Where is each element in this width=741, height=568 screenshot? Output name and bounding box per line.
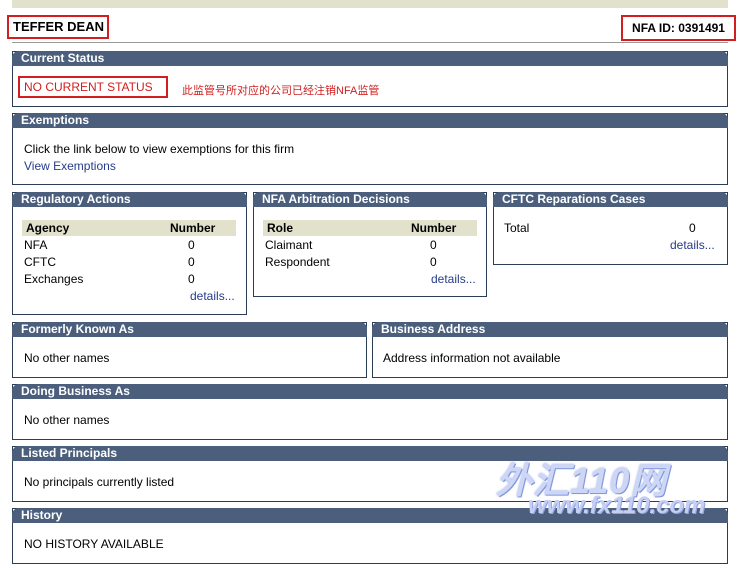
status-annotation: 此监管号所对应的公司已经注销NFA监管 — [182, 85, 380, 97]
table-row-label: NFA — [24, 238, 48, 252]
reparations-total-label: Total — [504, 221, 530, 235]
history-title: History — [12, 508, 728, 523]
exemptions-panel: Exemptions Click the link below to view … — [12, 113, 728, 185]
principals-title: Listed Principals — [12, 446, 728, 461]
number-column-header: Number — [411, 221, 457, 235]
doing-business-text: No other names — [24, 413, 110, 427]
business-address-panel: Business Address Address information not… — [372, 322, 728, 378]
arbitration-title: NFA Arbitration Decisions — [253, 192, 487, 207]
reparations-details-link[interactable]: details... — [670, 238, 715, 252]
exemptions-text: Click the link below to view exemptions … — [24, 142, 295, 156]
history-panel: History NO HISTORY AVAILABLE — [12, 508, 728, 564]
regulatory-actions-title: Regulatory Actions — [12, 192, 247, 207]
firm-name: TEFFER DEAN — [7, 15, 109, 39]
top-band — [12, 0, 728, 8]
regulatory-details-link[interactable]: details... — [190, 289, 235, 303]
view-exemptions-link[interactable]: View Exemptions — [24, 159, 116, 173]
arbitration-details-link[interactable]: details... — [431, 272, 476, 286]
status-value: NO CURRENT STATUS — [18, 76, 168, 98]
formerly-known-panel: Formerly Known As No other names — [12, 322, 367, 378]
table-row-label: Claimant — [265, 238, 313, 252]
exemptions-title: Exemptions — [12, 113, 728, 128]
arbitration-table-header: Role Number — [263, 220, 477, 236]
history-text: NO HISTORY AVAILABLE — [24, 537, 164, 551]
table-row-value: 0 — [430, 238, 437, 252]
arbitration-panel: NFA Arbitration Decisions Role Number Cl… — [253, 192, 487, 297]
header-divider — [12, 42, 728, 43]
number-column-header: Number — [170, 221, 216, 235]
doing-business-title: Doing Business As — [12, 384, 728, 399]
business-address-text: Address information not available — [383, 351, 561, 365]
regulatory-actions-panel: Regulatory Actions Agency Number NFA 0 C… — [12, 192, 247, 315]
table-row-value: 0 — [188, 255, 195, 269]
table-row-value: 0 — [188, 238, 195, 252]
reparations-title: CFTC Reparations Cases — [493, 192, 728, 207]
nfa-id: NFA ID: 0391491 — [621, 15, 736, 41]
current-status-title: Current Status — [12, 51, 728, 66]
formerly-known-text: No other names — [24, 351, 110, 365]
table-row-label: Exchanges — [24, 272, 84, 286]
principals-panel: Listed Principals No principals currentl… — [12, 446, 728, 502]
table-row-label: CFTC — [24, 255, 56, 269]
agency-column-header: Agency — [26, 221, 70, 235]
regulatory-table-header: Agency Number — [22, 220, 236, 236]
reparations-panel: CFTC Reparations Cases Total 0 details..… — [493, 192, 728, 265]
current-status-panel: Current Status NO CURRENT STATUS 此监管号所对应… — [12, 51, 728, 107]
table-row-value: 0 — [430, 255, 437, 269]
formerly-known-title: Formerly Known As — [12, 322, 367, 337]
doing-business-panel: Doing Business As No other names — [12, 384, 728, 440]
principals-text: No principals currently listed — [24, 475, 175, 489]
role-column-header: Role — [267, 221, 294, 235]
table-row-value: 0 — [188, 272, 195, 286]
business-address-title: Business Address — [372, 322, 728, 337]
reparations-total-value: 0 — [689, 221, 696, 235]
table-row-label: Respondent — [265, 255, 330, 269]
